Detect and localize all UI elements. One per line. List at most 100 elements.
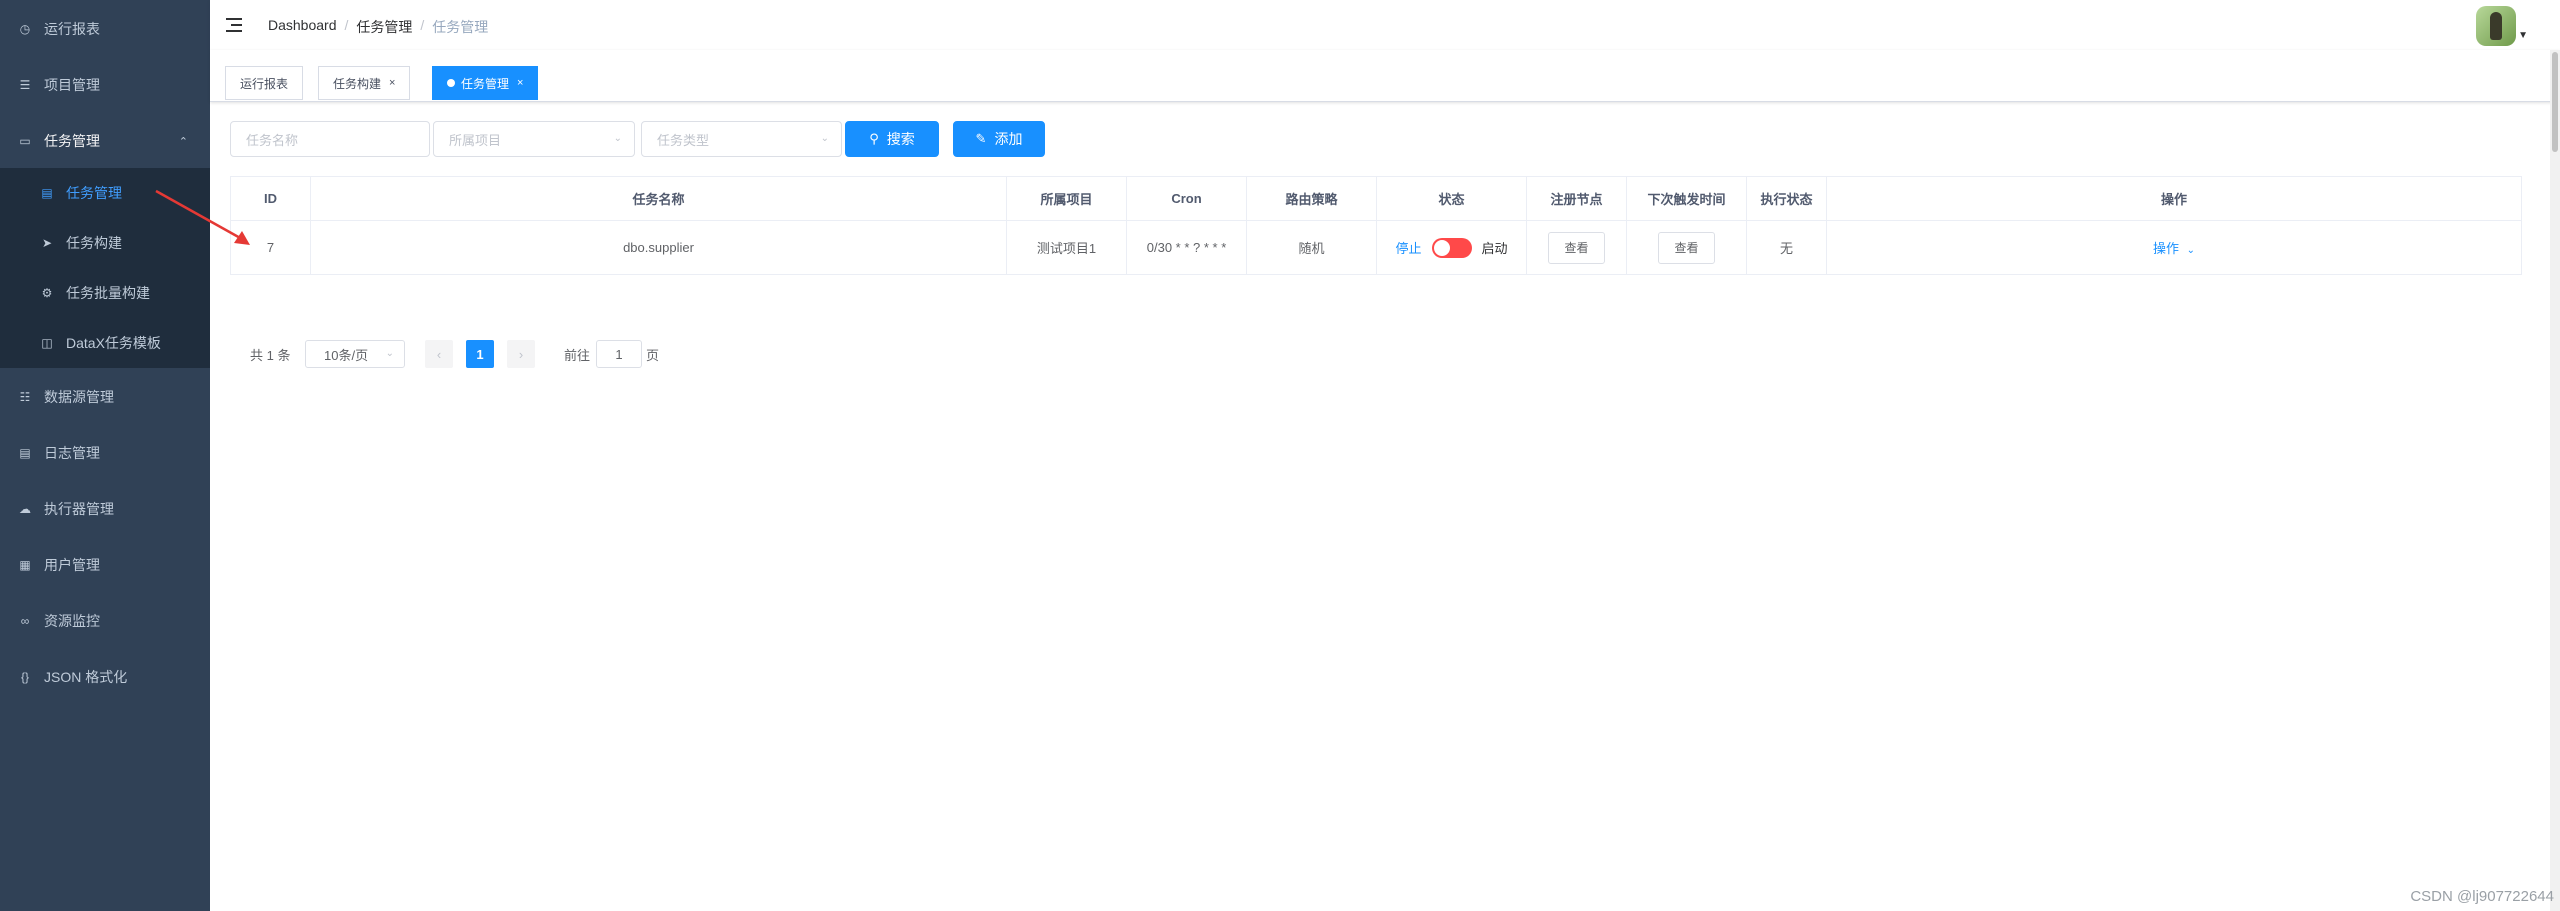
next-page-button[interactable]: › bbox=[507, 340, 535, 368]
close-icon[interactable]: × bbox=[389, 77, 395, 89]
breadcrumb-tasks: 任务管理 bbox=[356, 19, 413, 35]
chevron-down-icon: ⌄ bbox=[613, 133, 622, 144]
sidebar-item-label: JSON 格式化 bbox=[44, 669, 128, 685]
page-suffix-label: 页 bbox=[646, 347, 660, 363]
prev-page-button[interactable]: ‹ bbox=[425, 340, 453, 368]
view-register-node-button[interactable]: 查看 bbox=[1548, 231, 1605, 264]
sidebar-item-json[interactable]: {} JSON 格式化 bbox=[0, 649, 210, 705]
search-button[interactable]: ⚲ 搜索 bbox=[845, 121, 939, 157]
chevron-left-icon: ‹ bbox=[436, 346, 442, 362]
caret-down-icon[interactable]: ▼ bbox=[2518, 30, 2528, 41]
close-icon[interactable]: × bbox=[517, 77, 523, 89]
annotation-arrow-line bbox=[155, 189, 243, 241]
sidebar: ◷ 运行报表 ☰ 项目管理 ▭ 任务管理 ⌃ ▤ 任务管理 ➤ 任务构建 ⚙ 任… bbox=[0, 0, 210, 911]
annotation-arrow bbox=[155, 189, 250, 245]
chevron-down-icon: ⌄ bbox=[820, 133, 829, 144]
tag-task-build[interactable]: 任务构建 × bbox=[318, 66, 411, 100]
datasource-icon: ☷ bbox=[19, 390, 31, 404]
page-size-value: 10条/页 bbox=[324, 347, 369, 363]
monitor-link-icon: ∞ bbox=[20, 614, 30, 628]
monitor-icon: ▭ bbox=[19, 134, 31, 148]
batch-icon: ⚙ bbox=[41, 286, 53, 300]
cell-register-node: 查看 bbox=[1527, 221, 1627, 274]
action-dropdown[interactable]: 操作 ⌄ bbox=[2153, 238, 2195, 257]
json-icon: {} bbox=[20, 670, 29, 684]
cell-exec-status: 无 bbox=[1747, 221, 1827, 274]
tag-report[interactable]: 运行报表 bbox=[225, 66, 304, 100]
project-select[interactable]: 所属项目 ⌄ bbox=[433, 121, 635, 157]
th-next-trigger: 下次触发时间 bbox=[1627, 177, 1747, 220]
submenu-item-label: DataX任务模板 bbox=[66, 335, 161, 351]
th-action: 操作 bbox=[2160, 192, 2187, 207]
database-icon: ☰ bbox=[19, 78, 31, 92]
tag-task-manage[interactable]: 任务管理 × bbox=[432, 66, 539, 100]
task-name-input[interactable]: 任务名称 bbox=[230, 121, 430, 157]
action-label: 操作 bbox=[2152, 241, 2179, 256]
hamburger-icon[interactable] bbox=[226, 15, 246, 35]
breadcrumb-dashboard[interactable]: Dashboard bbox=[268, 17, 337, 37]
avatar[interactable] bbox=[2476, 6, 2516, 46]
edit-icon: ✎ bbox=[975, 131, 987, 146]
cell-project: 测试项目1 bbox=[1007, 221, 1127, 274]
user-grid-icon: ▦ bbox=[19, 558, 31, 572]
scrollbar[interactable] bbox=[2550, 50, 2560, 911]
chevron-down-icon: ⌄ bbox=[2186, 245, 2196, 256]
task-table: ID 任务名称 所属项目 Cron 路由策略 状态 注册节点 下次触发时间 执行… bbox=[230, 176, 2522, 275]
chevron-right-icon: › bbox=[518, 346, 524, 362]
submenu-item-label: 任务批量构建 bbox=[66, 285, 150, 301]
page-size-select[interactable]: 10条/页 ⌄ bbox=[305, 340, 405, 368]
status-switch[interactable] bbox=[1431, 237, 1472, 258]
sidebar-item-label: 资源监控 bbox=[44, 613, 100, 629]
task-type-select[interactable]: 任务类型 ⌄ bbox=[641, 121, 842, 157]
sidebar-item-executors[interactable]: ☁ 执行器管理 bbox=[0, 481, 210, 537]
th-route: 路由策略 bbox=[1247, 177, 1377, 220]
sidebar-item-label: 数据源管理 bbox=[44, 389, 114, 405]
annotation-arrow-head bbox=[234, 231, 250, 245]
template-icon: ◫ bbox=[41, 336, 53, 350]
watermark: CSDN @lj907722644 bbox=[2410, 888, 2554, 905]
add-button-label: 添加 bbox=[994, 131, 1023, 147]
view-next-trigger-button[interactable]: 查看 bbox=[1658, 231, 1715, 264]
sidebar-item-label: 任务管理 bbox=[44, 133, 100, 149]
breadcrumb-current: 任务管理 bbox=[432, 19, 489, 35]
sidebar-item-datasource[interactable]: ☷ 数据源管理 bbox=[0, 369, 210, 425]
sidebar-item-label: 运行报表 bbox=[44, 21, 100, 37]
breadcrumb: Dashboard / 任务管理 / 任务管理 bbox=[268, 17, 489, 37]
page-number-button[interactable]: 1 bbox=[466, 340, 494, 368]
th-status: 状态 bbox=[1377, 177, 1527, 220]
cell-name: dbo.supplier bbox=[311, 221, 1007, 274]
cell-status: 停止 启动 bbox=[1377, 221, 1527, 274]
search-icon: ⚲ bbox=[869, 131, 879, 146]
add-button[interactable]: ✎ 添加 bbox=[953, 121, 1045, 157]
goto-label: 前往 bbox=[564, 347, 591, 363]
send-icon: ➤ bbox=[41, 236, 53, 250]
submenu-item-batch-build[interactable]: ⚙ 任务批量构建 bbox=[0, 268, 210, 318]
sidebar-item-projects[interactable]: ☰ 项目管理 bbox=[0, 57, 210, 113]
submenu-item-datax-template[interactable]: ◫ DataX任务模板 bbox=[0, 318, 210, 368]
table-header: ID 任务名称 所属项目 Cron 路由策略 状态 注册节点 下次触发时间 执行… bbox=[231, 177, 2521, 221]
submenu-item-label: 任务管理 bbox=[66, 185, 122, 201]
chevron-down-icon: ⌄ bbox=[385, 348, 394, 359]
th-project: 所属项目 bbox=[1007, 177, 1127, 220]
log-icon: ▤ bbox=[19, 446, 31, 460]
sidebar-item-label: 执行器管理 bbox=[44, 501, 114, 517]
th-exec-status: 执行状态 bbox=[1747, 177, 1827, 220]
th-name: 任务名称 bbox=[311, 177, 1007, 220]
sidebar-item-monitor[interactable]: ∞ 资源监控 bbox=[0, 593, 210, 649]
cell-action: 操作 ⌄ bbox=[1827, 221, 2521, 274]
sidebar-item-tasks[interactable]: ▭ 任务管理 ⌃ bbox=[0, 113, 210, 169]
th-register-node: 注册节点 bbox=[1527, 177, 1627, 220]
active-dot-icon bbox=[447, 79, 455, 87]
th-cron: Cron bbox=[1127, 177, 1247, 220]
status-off-label: 停止 bbox=[1395, 241, 1422, 256]
cell-cron: 0/30 * * ? * * * bbox=[1127, 221, 1247, 274]
sidebar-item-users[interactable]: ▦ 用户管理 bbox=[0, 537, 210, 593]
tag-label: 任务管理 bbox=[461, 76, 510, 91]
navbar: Dashboard / 任务管理 / 任务管理 ▼ bbox=[210, 0, 2560, 50]
sidebar-item-report[interactable]: ◷ 运行报表 bbox=[0, 1, 210, 57]
sidebar-item-logs[interactable]: ▤ 日志管理 bbox=[0, 425, 210, 481]
pagination-total: 共 1 条 bbox=[250, 347, 291, 363]
sidebar-item-label: 日志管理 bbox=[44, 445, 100, 461]
task-type-placeholder: 任务类型 bbox=[657, 132, 710, 148]
goto-page-input[interactable]: 1 bbox=[596, 340, 642, 368]
